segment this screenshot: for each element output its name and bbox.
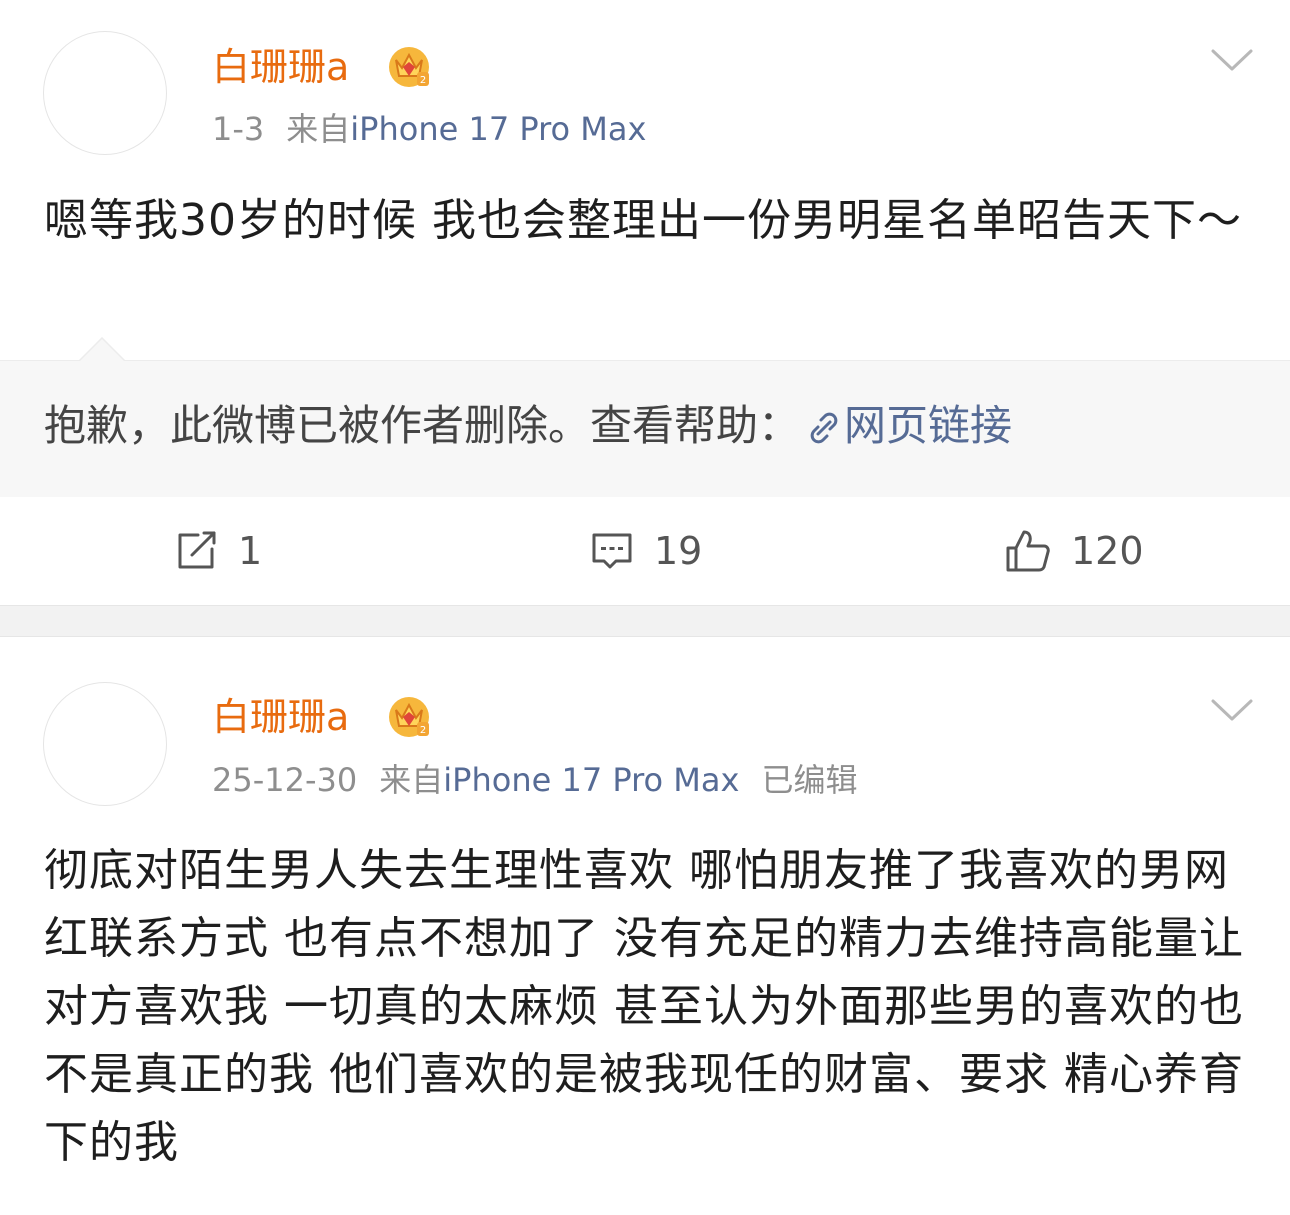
source-prefix: 来自 bbox=[286, 110, 351, 148]
web-link[interactable]: 网页链接 bbox=[844, 401, 1012, 450]
chevron-down-icon[interactable] bbox=[1210, 47, 1254, 73]
weibo-post: 白珊珊a 2 25-12-30 来自iPhone 17 Pro Max 已编辑 彻底… bbox=[0, 637, 1290, 1215]
link-icon bbox=[810, 412, 838, 444]
post-text: 嗯等我30岁的时候 我也会整理出一份男明星名单昭告天下～ bbox=[44, 195, 1242, 246]
avatar[interactable] bbox=[43, 682, 167, 806]
avatar[interactable] bbox=[43, 31, 167, 155]
like-button[interactable]: 120 bbox=[1005, 527, 1144, 575]
source-prefix: 来自 bbox=[379, 761, 444, 799]
post-separator bbox=[0, 605, 1290, 637]
post-meta: 25-12-30 来自iPhone 17 Pro Max 已编辑 bbox=[212, 764, 857, 796]
deleted-message: 抱歉，此微博已被作者删除。查看帮助： 网页链接 bbox=[44, 405, 1012, 447]
chevron-down-icon[interactable] bbox=[1210, 697, 1254, 723]
action-bar: 1 19 120 bbox=[0, 497, 1290, 605]
svg-text:2: 2 bbox=[420, 725, 426, 736]
retweet-notch bbox=[78, 337, 126, 363]
weibo-post: 白珊珊a 2 1-3 来自iPhone 17 Pro Max 嗯等我30岁的时候 … bbox=[0, 0, 1290, 605]
comment-button[interactable]: 19 bbox=[590, 527, 702, 575]
source-link[interactable]: iPhone 17 Pro Max bbox=[350, 110, 646, 148]
edited-label: 已编辑 bbox=[761, 761, 858, 799]
source-link[interactable]: iPhone 17 Pro Max bbox=[443, 761, 739, 799]
vip-crown-icon: 2 bbox=[389, 47, 429, 87]
like-count: 120 bbox=[1071, 529, 1144, 573]
thumbs-up-icon bbox=[1006, 530, 1050, 572]
post-text: 彻底对陌生男人失去生理性喜欢 哪怕朋友推了我喜欢的男网红联系方式 也有点不想加了… bbox=[44, 845, 1244, 1168]
svg-text:2: 2 bbox=[420, 75, 426, 86]
post-date: 25-12-30 bbox=[212, 761, 358, 799]
post-date: 1-3 bbox=[212, 110, 265, 148]
post-meta: 1-3 来自iPhone 17 Pro Max bbox=[212, 113, 646, 145]
comment-count: 19 bbox=[654, 529, 703, 573]
author-name[interactable]: 白珊珊a bbox=[212, 48, 349, 86]
deleted-text: 抱歉，此微博已被作者删除。查看帮助： bbox=[44, 401, 801, 450]
vip-crown-icon: 2 bbox=[389, 697, 429, 737]
retweet-box[interactable]: 抱歉，此微博已被作者删除。查看帮助： 网页链接 bbox=[0, 337, 1290, 497]
comment-icon bbox=[592, 533, 632, 569]
repost-button[interactable]: 1 bbox=[174, 527, 262, 575]
repost-icon bbox=[178, 531, 216, 569]
author-name[interactable]: 白珊珊a bbox=[212, 698, 349, 736]
repost-count: 1 bbox=[238, 529, 263, 573]
